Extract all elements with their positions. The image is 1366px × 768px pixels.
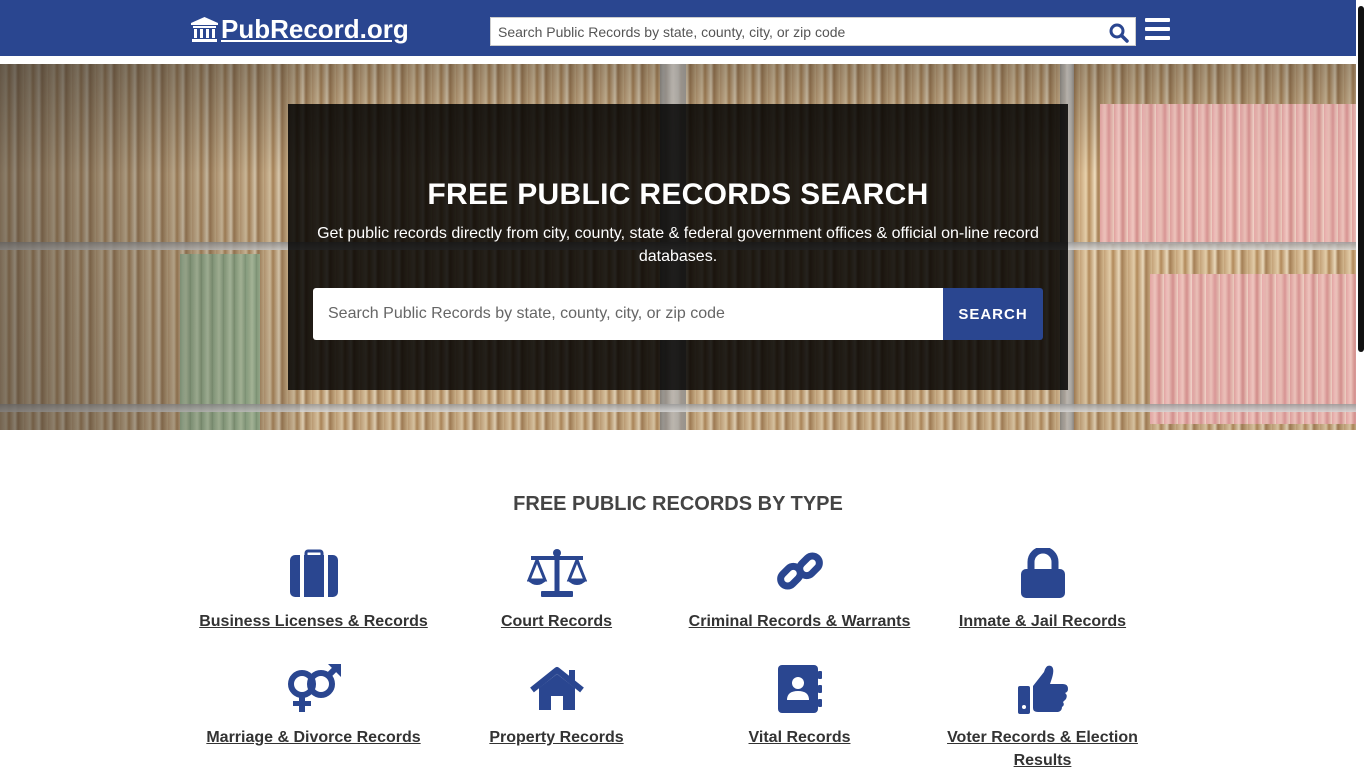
link-icon	[678, 548, 921, 598]
hero-search-panel: FREE PUBLIC RECORDS SEARCH Get public re…	[288, 104, 1068, 390]
landmark-icon	[191, 16, 218, 42]
record-type-property[interactable]: Property Records	[435, 664, 678, 749]
lock-icon	[921, 546, 1164, 598]
page-scrollbar[interactable]	[1356, 0, 1366, 768]
hero-banner: FREE PUBLIC RECORDS SEARCH Get public re…	[0, 64, 1356, 430]
hero-search-input[interactable]	[313, 288, 943, 340]
record-type-link[interactable]: Vital Records	[678, 726, 921, 749]
venus-mars-icon	[192, 664, 435, 714]
record-type-inmate[interactable]: Inmate & Jail Records	[921, 546, 1164, 633]
record-type-marriage[interactable]: Marriage & Divorce Records	[192, 664, 435, 749]
menu-icon[interactable]	[1145, 18, 1170, 42]
record-type-link[interactable]: Property Records	[435, 726, 678, 749]
scrollbar-thumb[interactable]	[1358, 6, 1364, 352]
hero-subtitle: Get public records directly from city, c…	[317, 225, 1039, 265]
hero-search-button[interactable]: SEARCH	[943, 288, 1043, 340]
thumbs-up-icon	[921, 664, 1164, 714]
record-type-link[interactable]: Business Licenses & Records	[192, 610, 435, 633]
record-type-link[interactable]: Voter Records & Election Results	[921, 726, 1164, 768]
record-type-link[interactable]: Criminal Records & Warrants	[678, 610, 921, 633]
search-icon[interactable]	[1109, 23, 1129, 43]
records-by-type-heading: FREE PUBLIC RECORDS BY TYPE	[513, 493, 843, 515]
balance-scale-icon	[435, 548, 678, 598]
address-book-icon	[678, 664, 921, 714]
top-navbar: PubRecord.org	[0, 0, 1356, 56]
header-search-input[interactable]	[491, 18, 1101, 45]
record-type-criminal[interactable]: Criminal Records & Warrants	[678, 548, 921, 633]
record-type-voter[interactable]: Voter Records & Election Results	[921, 664, 1164, 768]
hero-search-form: SEARCH	[313, 288, 1043, 340]
site-logo-text: PubRecord.org	[221, 14, 409, 44]
record-type-link[interactable]: Marriage & Divorce Records	[192, 726, 435, 749]
record-type-link[interactable]: Inmate & Jail Records	[921, 610, 1164, 633]
site-logo-link[interactable]: PubRecord.org	[191, 14, 409, 45]
record-type-business[interactable]: Business Licenses & Records	[192, 548, 435, 633]
home-icon	[435, 664, 678, 714]
briefcase-icon	[192, 548, 435, 598]
record-type-link[interactable]: Court Records	[435, 610, 678, 633]
hero-title: FREE PUBLIC RECORDS SEARCH	[427, 178, 929, 211]
record-type-court[interactable]: Court Records	[435, 548, 678, 633]
header-search-box	[490, 17, 1136, 46]
record-type-vital[interactable]: Vital Records	[678, 664, 921, 749]
